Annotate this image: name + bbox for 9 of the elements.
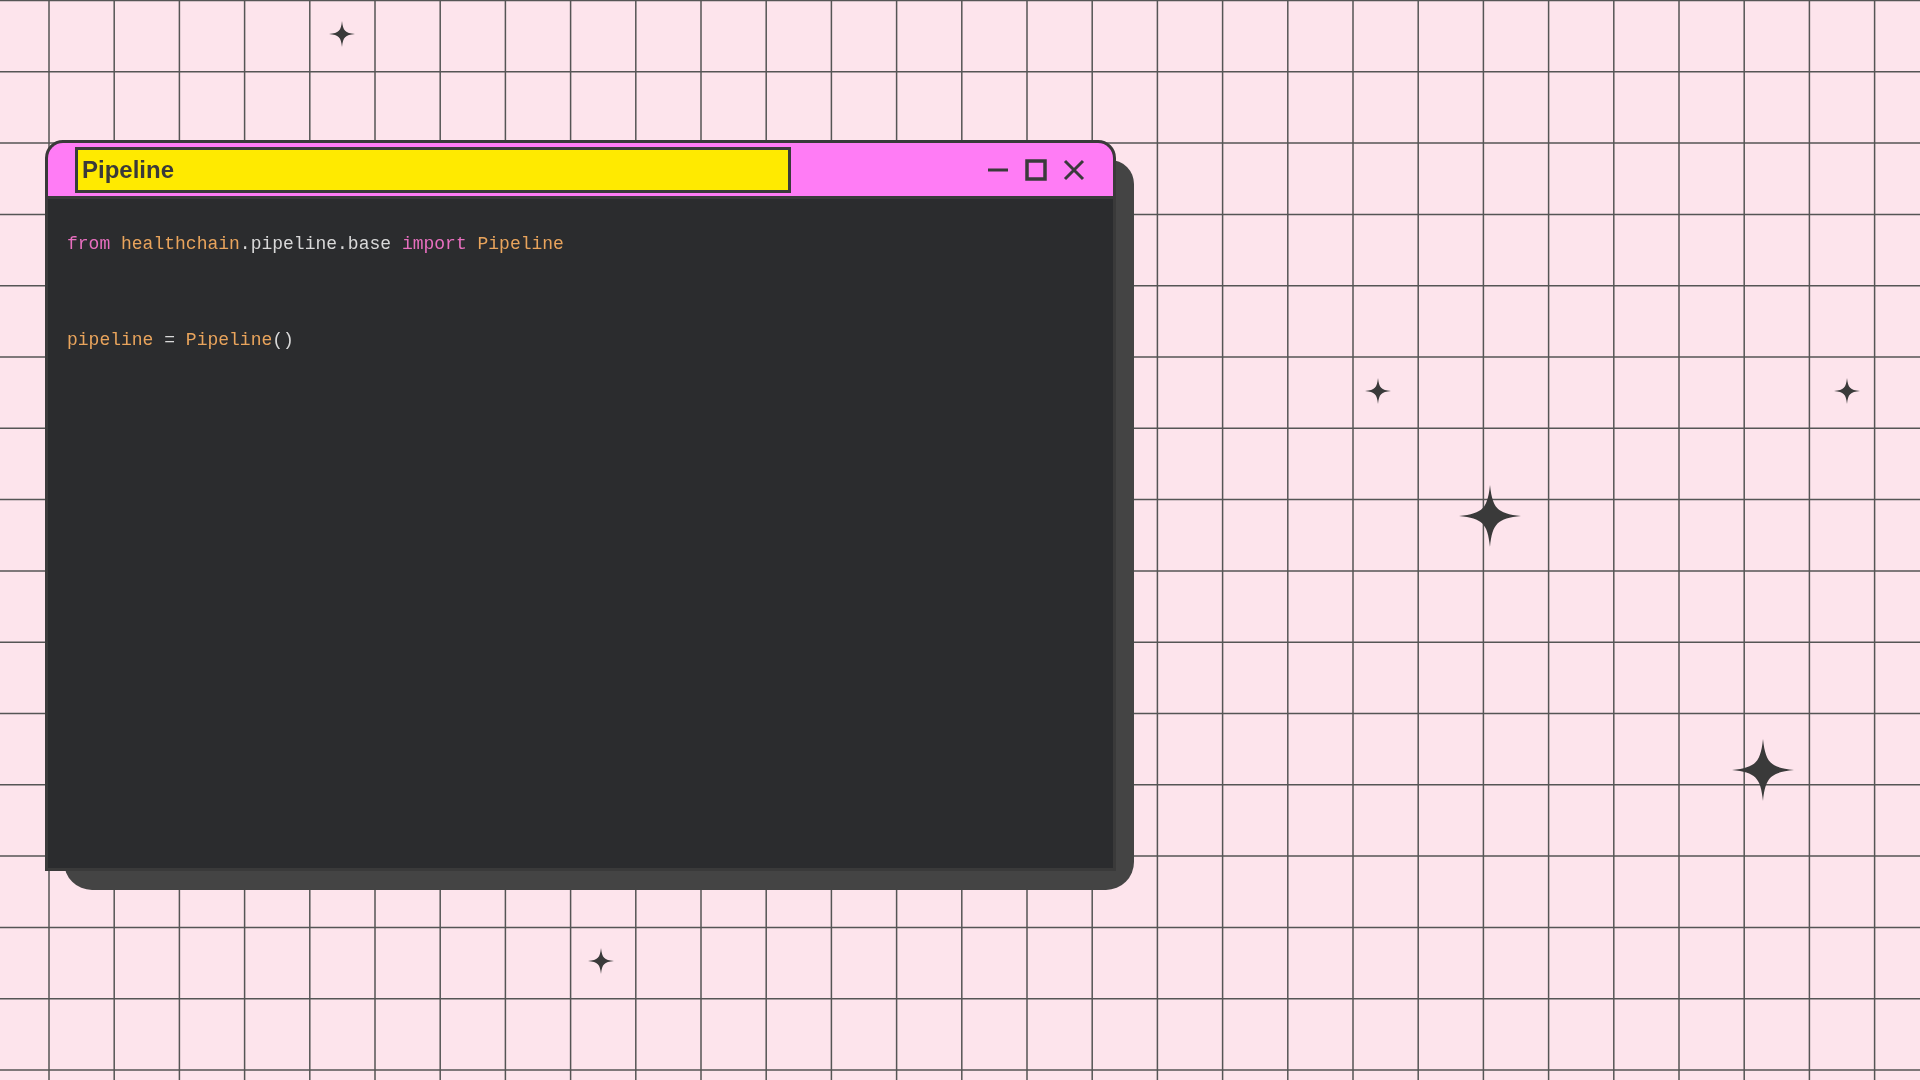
sparkle-icon: [329, 21, 355, 47]
sparkle-icon: [588, 948, 614, 974]
sparkle-icon: [1834, 378, 1860, 404]
close-icon[interactable]: [1063, 158, 1085, 181]
sparkle-icon: [1365, 378, 1391, 404]
code-line: from healthchain.pipeline.base import Pipeline: [67, 233, 564, 256]
maximize-icon[interactable]: [1025, 158, 1047, 181]
window-title: Pipeline: [75, 146, 791, 193]
code-line: pipeline = Pipeline(): [67, 329, 294, 352]
